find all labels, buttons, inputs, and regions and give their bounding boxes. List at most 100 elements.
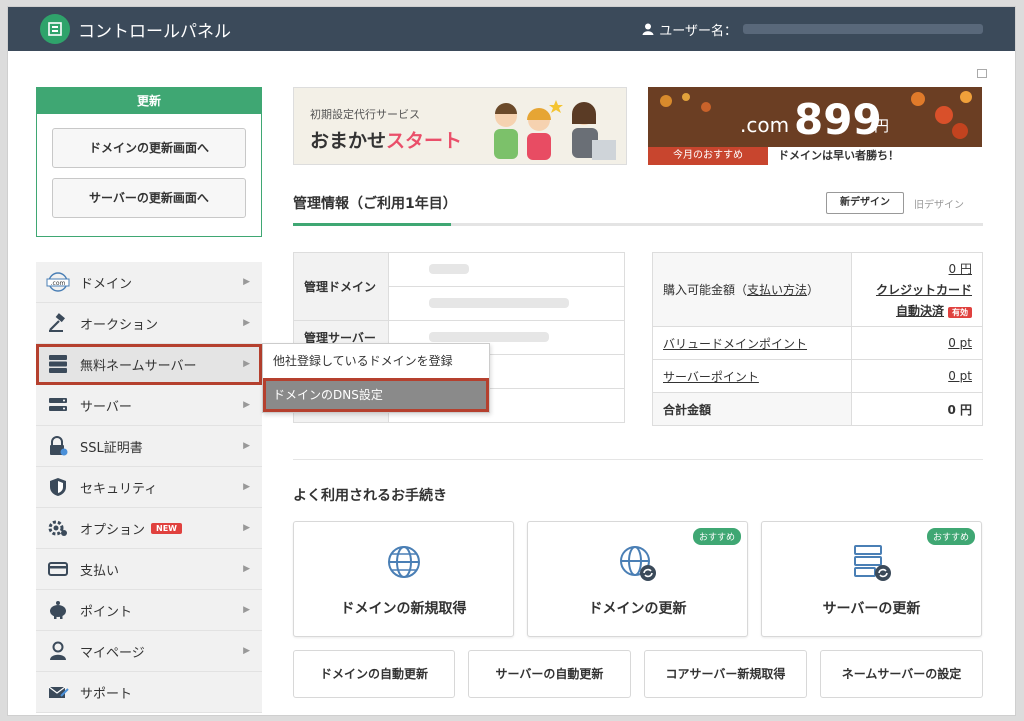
payment-method-link[interactable]: 支払い方法: [747, 283, 807, 297]
new-design-toggle[interactable]: 新デザイン: [826, 192, 904, 214]
sidebar-item-domain[interactable]: .com ドメイン ▶: [36, 262, 262, 303]
globe-icon: [294, 544, 513, 580]
minimize-icon[interactable]: [977, 69, 987, 78]
chevron-right-icon: ▶: [243, 605, 250, 615]
credit-card-link[interactable]: クレジットカード: [862, 281, 972, 298]
sidebar-item-payment[interactable]: 支払い ▶: [36, 549, 262, 590]
chevron-right-icon: ▶: [243, 277, 250, 287]
table-row: 合計金額 0 円: [652, 392, 984, 426]
sidebar-item-server[interactable]: サーバー ▶: [36, 385, 262, 426]
banner-headline: おまかせスタート: [310, 126, 462, 153]
sidebar-item-security[interactable]: セキュリティ ▶: [36, 467, 262, 508]
management-info-title: 管理情報（ご利用1年目）: [293, 196, 457, 212]
domain-auto-renew-button[interactable]: ドメインの自動更新: [293, 650, 455, 698]
chevron-right-icon: ▶: [243, 400, 250, 410]
table-row: バリュードメインポイント 0 pt: [652, 326, 984, 360]
value-domain-points-label: バリュードメインポイント: [652, 326, 852, 360]
table-row: 購入可能金額（支払い方法） 0 円 クレジットカード 自動決済 有効: [652, 252, 984, 327]
valid-badge: 有効: [948, 307, 972, 318]
banner-currency: 円: [874, 117, 890, 135]
card-label: ドメインの更新: [588, 601, 687, 617]
com-domain-sale-banner[interactable]: .com 899 円 今月のおすすめ ドメインは早い者勝ち！: [648, 87, 982, 165]
banner-headline-a: おまかせ: [310, 130, 387, 152]
managed-domain-value-2: [388, 286, 625, 321]
sidebar-item-points[interactable]: ポイント ▶: [36, 590, 262, 631]
chevron-right-icon: ▶: [243, 359, 250, 369]
chevron-right-icon: ▶: [243, 523, 250, 533]
section-divider: [293, 459, 983, 460]
gavel-icon: [46, 313, 70, 333]
sidebar-item-options[interactable]: オプション NEW ▶: [36, 508, 262, 549]
recommended-badge: おすすめ: [926, 528, 975, 545]
sidebar-item-label: ポイント: [80, 604, 133, 620]
section-underline: [293, 223, 983, 226]
user-menu[interactable]: ユーザー名：: [642, 20, 983, 39]
piggy-bank-icon: [46, 600, 70, 620]
app-title: コントロールパネル: [78, 21, 231, 42]
banner-tld: .com: [740, 113, 790, 137]
control-panel-window: コントロールパネル ユーザー名： 更新 ドメインの更新画面へ サーバーの更新画面…: [7, 6, 1016, 716]
managed-domain-value: [388, 252, 625, 287]
total-label: 合計金額: [652, 392, 852, 426]
domain-renew-card[interactable]: おすすめ ドメインの更新: [527, 521, 748, 637]
sidebar-item-label: オークション: [80, 317, 159, 333]
chevron-right-icon: ▶: [243, 646, 250, 656]
balance-table: 購入可能金額（支払い方法） 0 円 クレジットカード 自動決済 有効 バリュードメ…: [652, 252, 984, 426]
server-renew-card[interactable]: おすすめ サーバーの更新: [761, 521, 982, 637]
globe-renew-icon: [528, 544, 747, 582]
sidebar-item-label: オプション: [80, 522, 146, 538]
managed-domain-label: 管理ドメイン: [293, 252, 389, 321]
submenu-domain-dns-settings[interactable]: ドメインのDNS設定: [263, 378, 489, 412]
name-server-settings-button[interactable]: ネームサーバーの設定: [820, 650, 983, 698]
domain-renew-button[interactable]: ドメインの更新画面へ: [52, 128, 246, 168]
card-icon: [46, 559, 70, 579]
table-row: サーバーポイント 0 pt: [652, 359, 984, 393]
chevron-right-icon: ▶: [243, 318, 250, 328]
renew-panel: 更新 ドメインの更新画面へ サーバーの更新画面へ: [36, 87, 262, 237]
chevron-right-icon: ▶: [243, 564, 250, 574]
sidebar-item-free-name-server[interactable]: 無料ネームサーバー ▶: [36, 344, 262, 385]
core-server-new-button[interactable]: コアサーバー新規取得: [644, 650, 807, 698]
value-domain-points-value: 0 pt: [850, 326, 984, 360]
sidebar-item-label: サーバー: [80, 399, 132, 415]
gear-icon: [46, 518, 70, 538]
sidebar-item-auction[interactable]: オークション ▶: [36, 303, 262, 344]
sidebar-item-label: SSL証明書: [80, 440, 143, 456]
sidebar-item-label: 支払い: [80, 563, 120, 579]
banner-slogan: ドメインは早い者勝ち！: [778, 149, 899, 162]
server-stack-icon: [46, 354, 70, 374]
auto-payment-link[interactable]: 自動決済: [896, 304, 944, 318]
sidebar-item-mypage[interactable]: マイページ ▶: [36, 631, 262, 672]
server-auto-renew-button[interactable]: サーバーの自動更新: [468, 650, 631, 698]
server-renew-icon: [762, 544, 981, 582]
purchasable-amount-label: 購入可能金額（支払い方法）: [652, 252, 852, 327]
support-staff-illustration: [494, 100, 616, 160]
banner-tag: 今月のおすすめ: [648, 147, 768, 165]
server-points-value: 0 pt: [850, 359, 984, 393]
sidebar-item-label: ドメイン: [80, 276, 133, 292]
user-icon: [642, 23, 654, 35]
table-row: 管理ドメイン: [293, 252, 625, 321]
com-globe-icon: .com: [46, 272, 70, 292]
card-label: ドメインの新規取得: [340, 601, 467, 617]
frequent-procedures-title: よく利用されるお手続き: [293, 488, 447, 504]
sidebar-item-support[interactable]: サポート: [36, 672, 262, 713]
svg-text:.com: .com: [51, 280, 66, 287]
banner-strip: 今月のおすすめ ドメインは早い者勝ち！: [648, 147, 982, 165]
lock-icon: [46, 436, 70, 456]
chevron-right-icon: ▶: [243, 482, 250, 492]
old-design-toggle[interactable]: 旧デザイン: [914, 196, 964, 211]
user-label: ユーザー名：: [659, 23, 737, 39]
purchasable-amount-value: 0 円 クレジットカード 自動決済 有効: [850, 252, 984, 327]
shield-icon: [46, 477, 70, 497]
submenu-register-external-domain[interactable]: 他社登録しているドメインを登録: [263, 344, 489, 378]
new-domain-card[interactable]: ドメインの新規取得: [293, 521, 514, 637]
server-renew-button[interactable]: サーバーの更新画面へ: [52, 178, 246, 218]
recommended-badge: おすすめ: [692, 528, 741, 545]
username-redacted: [743, 24, 983, 34]
server-icon: [46, 395, 70, 415]
sidebar-item-ssl[interactable]: SSL証明書 ▶: [36, 426, 262, 467]
chevron-right-icon: ▶: [243, 441, 250, 451]
sidebar-menu: .com ドメイン ▶ オークション ▶ 無料ネームサーバー ▶ サーバー ▶ …: [36, 262, 262, 713]
omakase-start-banner[interactable]: 初期設定代行サービス おまかせスタート: [293, 87, 627, 165]
